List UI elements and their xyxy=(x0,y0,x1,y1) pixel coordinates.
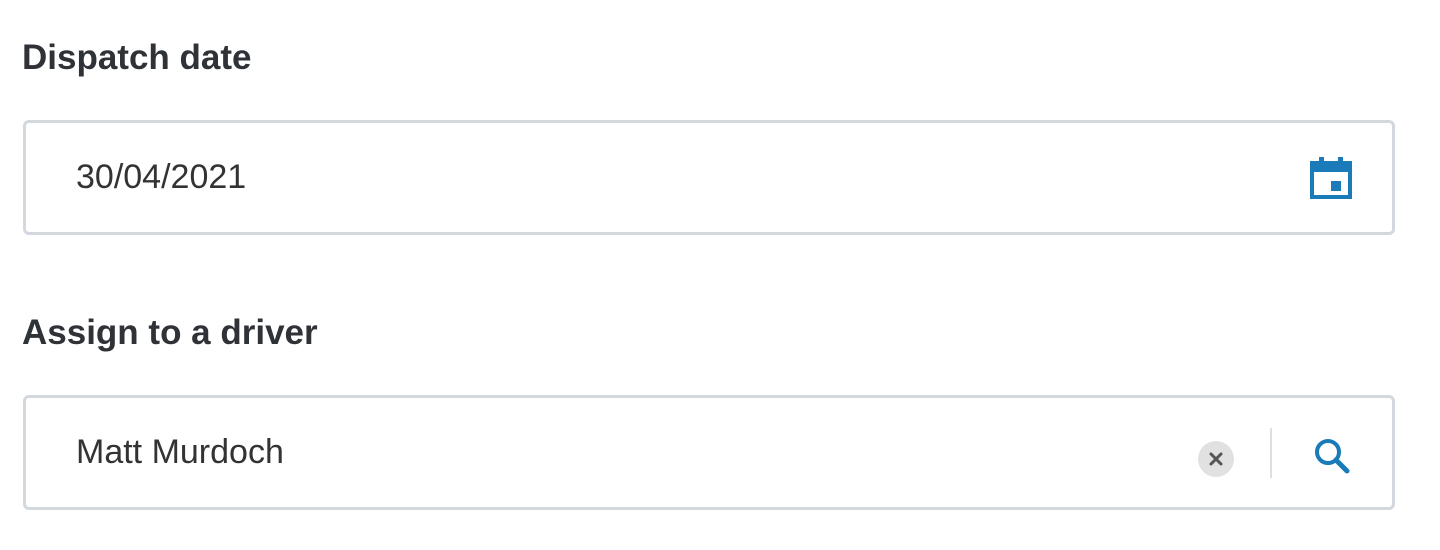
input-divider xyxy=(1270,428,1272,478)
assign-driver-label: Assign to a driver xyxy=(22,313,318,352)
dispatch-date-input-box[interactable] xyxy=(23,120,1395,235)
calendar-icon[interactable] xyxy=(1310,157,1352,199)
clear-icon[interactable] xyxy=(1198,441,1234,477)
dispatch-date-input[interactable] xyxy=(76,123,1076,232)
dispatch-date-label: Dispatch date xyxy=(22,38,252,77)
search-icon[interactable] xyxy=(1312,436,1352,476)
driver-search-box[interactable] xyxy=(23,395,1395,510)
driver-search-input[interactable] xyxy=(76,398,1076,507)
